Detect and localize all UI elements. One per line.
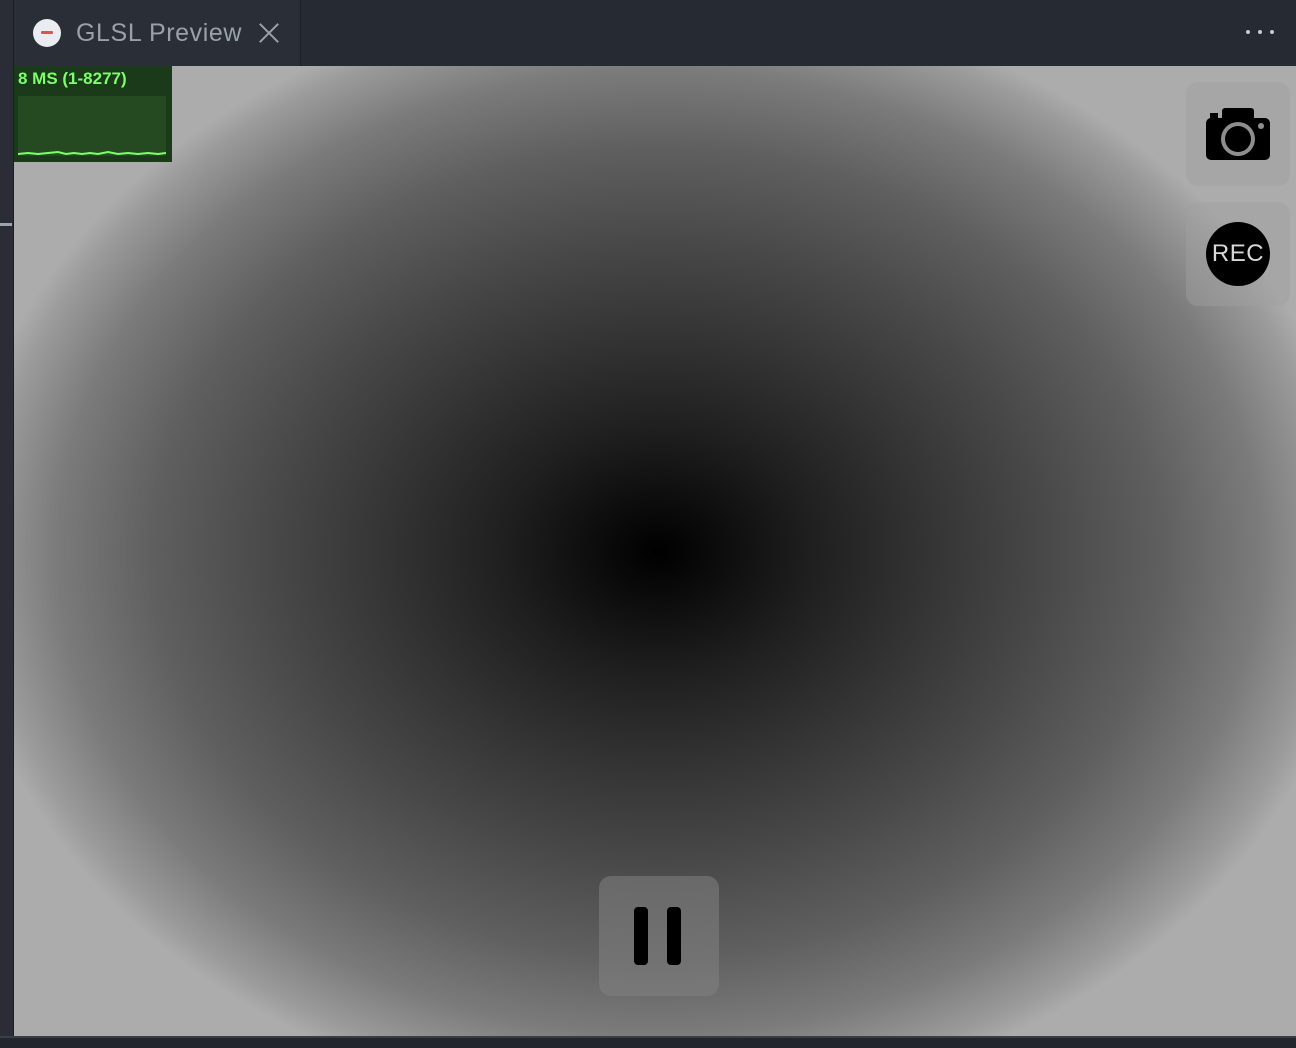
gutter-marker xyxy=(0,223,12,226)
tab-title: GLSL Preview xyxy=(76,18,243,47)
bottom-bar xyxy=(0,1036,1296,1048)
screenshot-button[interactable] xyxy=(1186,82,1290,186)
record-button[interactable]: REC xyxy=(1186,202,1290,306)
tab-bar: GLSL Preview xyxy=(14,0,1296,66)
shader-canvas[interactable]: 8 MS (1-8277) REC xyxy=(14,66,1296,1036)
more-options-icon[interactable] xyxy=(1246,22,1274,42)
stats-label: 8 MS (1-8277) xyxy=(18,69,127,88)
stats-panel[interactable]: 8 MS (1-8277) xyxy=(14,66,172,162)
record-label: REC xyxy=(1206,222,1270,286)
stats-graph xyxy=(18,96,166,156)
close-icon[interactable] xyxy=(258,22,280,44)
camera-icon xyxy=(1206,108,1270,160)
pause-button[interactable] xyxy=(599,876,719,996)
shader-logo-icon xyxy=(33,19,61,47)
left-gutter xyxy=(0,0,14,1046)
pause-icon xyxy=(634,907,648,965)
tab-glsl-preview[interactable]: GLSL Preview xyxy=(14,0,301,66)
